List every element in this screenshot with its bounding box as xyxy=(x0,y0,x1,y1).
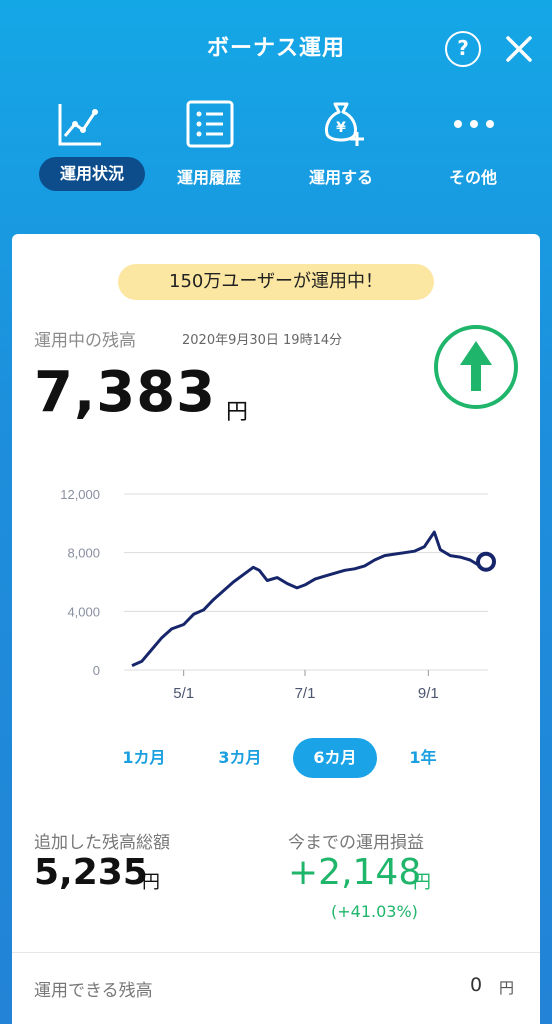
tab-status-label: 運用状況 xyxy=(39,157,145,191)
more-dots-icon xyxy=(454,120,494,128)
y-tick-label: 0 xyxy=(93,663,100,678)
current-point-marker xyxy=(476,551,497,572)
range-1-year[interactable]: 1年 xyxy=(392,738,454,778)
balance-label: 運用中の残高 xyxy=(34,331,136,351)
range-1-month[interactable]: 1カ月 xyxy=(104,738,184,778)
y-tick-label: 8,000 xyxy=(67,546,100,561)
users-banner: 150万ユーザーが運用中！ xyxy=(118,264,434,300)
profit-label: 今までの運用損益 xyxy=(288,833,424,853)
profit-value: +2,148 xyxy=(288,852,422,893)
added-total-value: 5,235 xyxy=(34,852,148,893)
range-6-months[interactable]: 6カ月 xyxy=(293,738,377,778)
profit-unit: 円 xyxy=(413,872,431,893)
tab-bar: 運用状況 運用履歴 ¥ 運用する その他 xyxy=(0,96,552,206)
range-selector: 1カ月 3カ月 6カ月 1年 xyxy=(12,734,540,778)
tab-invest[interactable]: ¥ 運用する xyxy=(276,96,406,196)
balance-timestamp: 2020年9月30日 19時14分 xyxy=(182,333,343,348)
profit-percent: (+41.03%) xyxy=(331,902,418,921)
x-tick-label: 9/1 xyxy=(418,685,439,702)
list-icon xyxy=(186,100,234,148)
balance-unit: 円 xyxy=(226,400,249,425)
y-tick-label: 12,000 xyxy=(60,487,100,502)
x-tick-label: 5/1 xyxy=(173,685,194,702)
divider xyxy=(12,952,540,953)
tab-more[interactable]: その他 xyxy=(408,96,538,196)
balance-chart: 0 4,000 8,000 12,000 5/1 7/1 9/1 xyxy=(60,487,497,702)
tab-more-label: その他 xyxy=(448,168,497,187)
arrow-up-icon xyxy=(434,325,518,409)
tab-invest-label: 運用する xyxy=(308,168,373,187)
x-tick-label: 7/1 xyxy=(295,685,316,702)
available-value: 0 xyxy=(470,974,483,996)
range-3-months[interactable]: 3カ月 xyxy=(200,738,280,778)
help-button[interactable]: ? xyxy=(445,31,481,67)
balance-series-line xyxy=(131,530,487,667)
balance-card: 150万ユーザーが運用中！ 運用中の残高 2020年9月30日 19時14分 7… xyxy=(12,234,540,1024)
chart-line-icon xyxy=(58,104,101,146)
y-tick-label: 4,000 xyxy=(67,604,100,619)
added-total-unit: 円 xyxy=(142,872,160,893)
tab-history[interactable]: 運用履歴 xyxy=(144,96,274,196)
tab-history-label: 運用履歴 xyxy=(176,168,241,187)
added-total-label: 追加した残高総額 xyxy=(34,833,170,853)
close-icon[interactable] xyxy=(502,32,536,66)
balance-value: 7,383 xyxy=(34,360,217,425)
available-unit: 円 xyxy=(499,979,515,997)
money-bag-plus-icon: ¥ xyxy=(325,102,364,146)
app-header: ボーナス運用 ? xyxy=(0,0,552,100)
svg-text:¥: ¥ xyxy=(336,120,346,136)
available-label: 運用できる残高 xyxy=(34,981,153,1001)
tab-status[interactable]: 運用状況 xyxy=(14,96,145,196)
